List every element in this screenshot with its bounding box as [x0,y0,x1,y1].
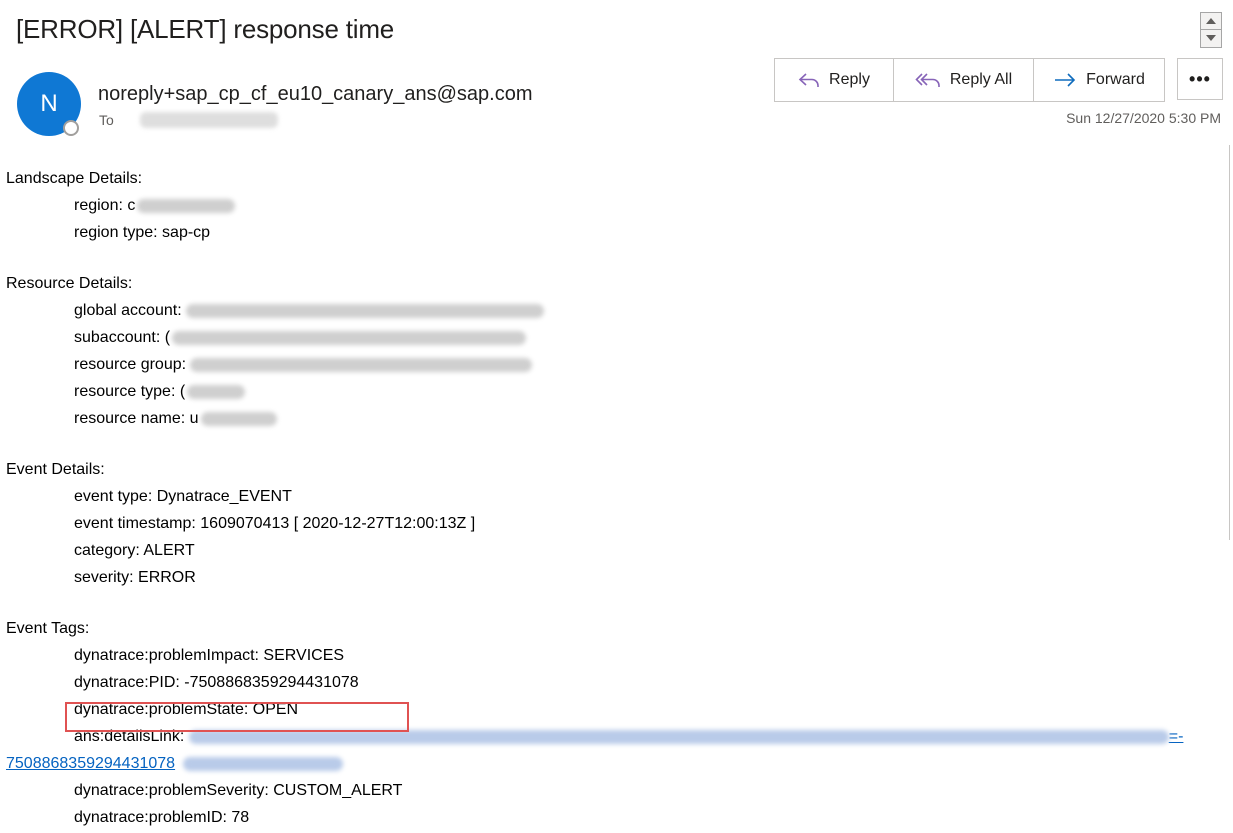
resource-name-line: resource name: u [6,405,1221,432]
problem-id-line: dynatrace:problemID: 78 [74,809,250,826]
sender-address[interactable]: noreply+sap_cp_cf_eu10_canary_ans@sap.co… [98,83,532,106]
resource-group-line: resource group: [6,351,1221,378]
presence-status-icon [63,120,79,136]
resource-type-line: resource type: ( [6,378,1221,405]
region-redacted [137,198,236,213]
severity-line: severity: ERROR [74,569,196,586]
scroll-down-arrow-icon[interactable] [1201,29,1221,46]
event-details-heading: Event Details: [6,461,105,478]
event-type-line: event type: Dynatrace_EVENT [74,488,292,505]
subaccount-line: subaccount: ( [6,324,1221,351]
recipient-redacted [140,112,278,128]
forward-button[interactable]: Forward [1033,59,1164,101]
resource-group-label: resource group: [74,356,187,373]
landscape-details-heading: Landscape Details: [6,170,143,187]
global-account-line: global account: [6,297,1221,324]
subaccount-label: subaccount: ( [74,329,171,346]
email-reading-pane: [ERROR] [ALERT] response time N noreply+… [0,0,1233,833]
forward-arrow-icon [1055,73,1076,87]
details-link-tail: =- [1168,728,1184,745]
region-line: region: c [6,192,1221,219]
more-actions-button[interactable]: ••• [1177,58,1223,100]
resource-details-heading: Resource Details: [6,275,133,292]
resource-type-redacted [187,384,246,399]
region-type-line: region type: sap-cp [74,224,211,241]
resource-type-label: resource type: ( [74,383,186,400]
details-link-cont[interactable]: 7508868359294431078 [6,755,344,772]
pid-line: dynatrace:PID: -7508868359294431078 [74,674,359,691]
scroll-up-arrow-icon[interactable] [1201,13,1221,29]
pane-divider [1229,145,1230,540]
resource-name-redacted [200,411,277,426]
resource-group-redacted [190,357,533,372]
category-line: category: ALERT [74,542,195,559]
problem-state-highlight-box [65,702,409,732]
event-timestamp-line: event timestamp: 1609070413 [ 2020-12-27… [74,515,476,532]
to-label: To [99,112,114,128]
more-dots-icon: ••• [1189,68,1211,89]
details-link-cont-redacted [183,756,344,771]
reply-all-arrow-icon [915,73,940,87]
global-account-label: global account: [74,302,182,319]
reply-arrow-icon [798,73,819,87]
problem-severity-line: dynatrace:problemSeverity: CUSTOM_ALERT [74,782,403,799]
received-datetime: Sun 12/27/2020 5:30 PM [1066,110,1221,126]
global-account-redacted [185,303,544,318]
resource-name-label: resource name: u [74,410,199,427]
region-label: region: c [74,197,136,214]
message-actions-toolbar: Reply Reply All Forward [774,58,1165,102]
reply-all-label: Reply All [949,71,1013,88]
reply-all-button[interactable]: Reply All [893,59,1033,101]
avatar-initial: N [40,90,58,117]
forward-label: Forward [1086,71,1145,88]
details-link-cont-text: 7508868359294431078 [6,755,176,772]
email-subject: [ERROR] [ALERT] response time [16,14,395,44]
event-tags-heading: Event Tags: [6,620,90,637]
details-link-continuation: 7508868359294431078 [6,750,1221,777]
reply-button[interactable]: Reply [775,59,893,101]
reply-label: Reply [829,71,870,88]
problem-impact-line: dynatrace:problemImpact: SERVICES [74,647,345,664]
header-scroll-control[interactable] [1200,12,1222,48]
subaccount-redacted [172,330,527,345]
